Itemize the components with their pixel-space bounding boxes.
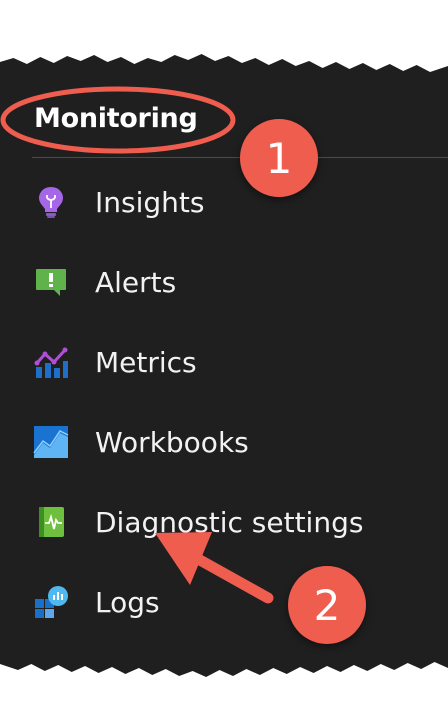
workbooks-icon <box>32 423 70 461</box>
menu-item-logs[interactable]: Logs <box>32 579 432 625</box>
menu-label-alerts: Alerts <box>95 265 177 299</box>
menu-label-logs: Logs <box>95 585 160 619</box>
menu-item-metrics[interactable]: Metrics <box>32 339 432 385</box>
menu-item-workbooks[interactable]: Workbooks <box>32 419 432 465</box>
lightbulb-icon <box>32 183 70 221</box>
monitoring-panel: Monitoring Insights Alerts Metrics Workb… <box>0 54 448 677</box>
menu-label-insights: Insights <box>95 185 205 219</box>
annotation-badge-2: 2 <box>288 566 366 644</box>
alert-icon <box>32 263 70 301</box>
metrics-icon <box>32 343 70 381</box>
logs-icon <box>32 583 70 621</box>
menu-label-diagnostic-settings: Diagnostic settings <box>95 505 364 539</box>
menu-item-alerts[interactable]: Alerts <box>32 259 432 305</box>
diagnostic-settings-icon <box>32 503 70 541</box>
menu-item-diagnostic-settings[interactable]: Diagnostic settings <box>32 499 432 545</box>
annotation-badge-1: 1 <box>240 119 318 197</box>
menu-label-metrics: Metrics <box>95 345 197 379</box>
section-heading-monitoring: Monitoring <box>34 103 198 134</box>
menu-label-workbooks: Workbooks <box>95 425 249 459</box>
menu-item-insights[interactable]: Insights <box>32 179 432 225</box>
